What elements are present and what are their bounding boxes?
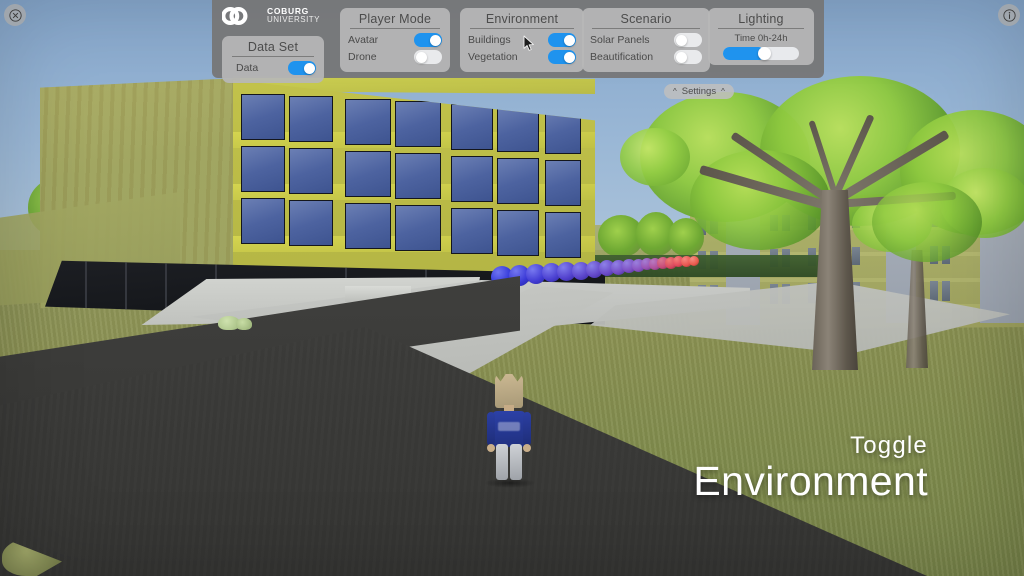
toggle-drone[interactable] bbox=[414, 50, 442, 64]
title-divider bbox=[470, 28, 574, 29]
data-sphere bbox=[689, 256, 699, 266]
chevron-up-icon-right: ^ bbox=[721, 87, 725, 96]
row-label: Avatar bbox=[348, 34, 379, 46]
brand-logo: COBURG UNIVERSITY bbox=[222, 4, 320, 28]
window bbox=[289, 96, 333, 142]
avatar[interactable] bbox=[486, 374, 532, 482]
window bbox=[545, 212, 581, 258]
row-label: Solar Panels bbox=[590, 34, 650, 46]
avatar-arm-right bbox=[523, 412, 531, 446]
row-label: Data bbox=[236, 62, 259, 74]
panel-title: Environment bbox=[485, 12, 559, 26]
brand-line-2: UNIVERSITY bbox=[267, 15, 321, 25]
building-wall bbox=[0, 192, 180, 306]
info-button[interactable] bbox=[998, 4, 1020, 26]
avatar-leg-right bbox=[510, 444, 522, 480]
panel-player-mode: Player Mode Avatar Drone bbox=[340, 8, 450, 72]
panel-title: Lighting bbox=[738, 12, 784, 26]
panel-title: Player Mode bbox=[358, 12, 432, 26]
toggle-data[interactable] bbox=[288, 61, 316, 75]
caption-overlay: Toggle Environment bbox=[693, 431, 928, 504]
window bbox=[395, 205, 441, 251]
avatar-shirt-print bbox=[498, 422, 520, 431]
toggle-row-data[interactable]: Data bbox=[230, 61, 316, 75]
toggle-row-beautification[interactable]: Beautification bbox=[590, 50, 702, 64]
toggle-row-vegetation[interactable]: Vegetation bbox=[468, 50, 576, 64]
window bbox=[289, 200, 333, 246]
window bbox=[930, 281, 938, 301]
panel-title: Data Set bbox=[247, 40, 299, 54]
title-divider bbox=[718, 28, 804, 29]
toggle-knob bbox=[675, 51, 687, 63]
title-divider bbox=[232, 56, 314, 57]
settings-label: Settings bbox=[681, 86, 717, 97]
window bbox=[289, 148, 333, 194]
toggle-knob bbox=[563, 34, 575, 46]
window bbox=[241, 94, 285, 140]
brand-text: COBURG UNIVERSITY bbox=[267, 6, 321, 25]
panel-environment: Environment Buildings Vegetation bbox=[460, 8, 584, 72]
toggle-buildings[interactable] bbox=[548, 33, 576, 47]
window bbox=[241, 146, 285, 192]
chevron-up-icon-left: ^ bbox=[673, 87, 677, 96]
row-label: Vegetation bbox=[468, 51, 518, 63]
small-bush bbox=[236, 318, 252, 330]
avatar-leg-left bbox=[496, 444, 508, 480]
slider-knob[interactable] bbox=[758, 47, 772, 60]
toggle-knob bbox=[675, 34, 687, 46]
tree-canopy bbox=[872, 182, 982, 262]
toggle-avatar[interactable] bbox=[414, 33, 442, 47]
caption-line-2: Environment bbox=[693, 457, 928, 504]
row-label: Drone bbox=[348, 51, 377, 63]
window bbox=[345, 151, 391, 197]
window bbox=[395, 101, 441, 147]
application-root: COBURG UNIVERSITY Data Set Data Player M… bbox=[0, 0, 1024, 576]
title-divider bbox=[350, 28, 440, 29]
toggle-knob bbox=[415, 51, 427, 63]
time-slider[interactable] bbox=[723, 47, 799, 60]
window bbox=[497, 210, 539, 256]
panel-data-set: Data Set Data bbox=[222, 36, 324, 83]
window bbox=[451, 208, 493, 254]
toggle-vegetation[interactable] bbox=[548, 50, 576, 64]
settings-button[interactable]: ^ Settings ^ bbox=[664, 84, 734, 99]
caption-line-1: Toggle bbox=[850, 431, 928, 459]
toggle-knob bbox=[429, 34, 441, 46]
mouse-pointer-icon bbox=[523, 35, 534, 51]
toggle-solar-panels[interactable] bbox=[674, 33, 702, 47]
row-label: Beautification bbox=[590, 51, 654, 63]
window bbox=[345, 99, 391, 145]
slider-label: Time 0h-24h bbox=[734, 33, 788, 44]
toggle-row-buildings[interactable]: Buildings bbox=[468, 33, 576, 47]
panel-scenario: Scenario Solar Panels Beautification bbox=[582, 8, 710, 72]
window bbox=[395, 153, 441, 199]
window bbox=[942, 281, 950, 301]
toggle-row-drone[interactable]: Drone bbox=[348, 50, 442, 64]
panel-title: Scenario bbox=[620, 12, 672, 26]
title-divider bbox=[592, 28, 700, 29]
toggle-knob bbox=[303, 62, 315, 74]
window bbox=[241, 198, 285, 244]
tree-foliage bbox=[620, 128, 690, 186]
toggle-beautification[interactable] bbox=[674, 50, 702, 64]
info-icon bbox=[1002, 8, 1016, 22]
panel-lighting: Lighting Time 0h-24h bbox=[708, 8, 814, 65]
control-bar: COBURG UNIVERSITY Data Set Data Player M… bbox=[212, 0, 824, 83]
row-label: Buildings bbox=[468, 34, 511, 46]
avatar-hair bbox=[495, 374, 523, 408]
toggle-row-solar-panels[interactable]: Solar Panels bbox=[590, 33, 702, 47]
lighting-slider-group: Time 0h-24h bbox=[716, 33, 806, 60]
avatar-arm-left bbox=[487, 412, 495, 446]
window bbox=[345, 203, 391, 249]
avatar-hand-left bbox=[487, 444, 495, 452]
window bbox=[852, 247, 860, 265]
avatar-hand-right bbox=[523, 444, 531, 452]
coburg-infinity-logo-icon bbox=[222, 6, 248, 26]
close-button[interactable] bbox=[4, 4, 26, 26]
toggle-row-avatar[interactable]: Avatar bbox=[348, 33, 442, 47]
toggle-knob bbox=[563, 51, 575, 63]
close-icon bbox=[8, 8, 22, 22]
